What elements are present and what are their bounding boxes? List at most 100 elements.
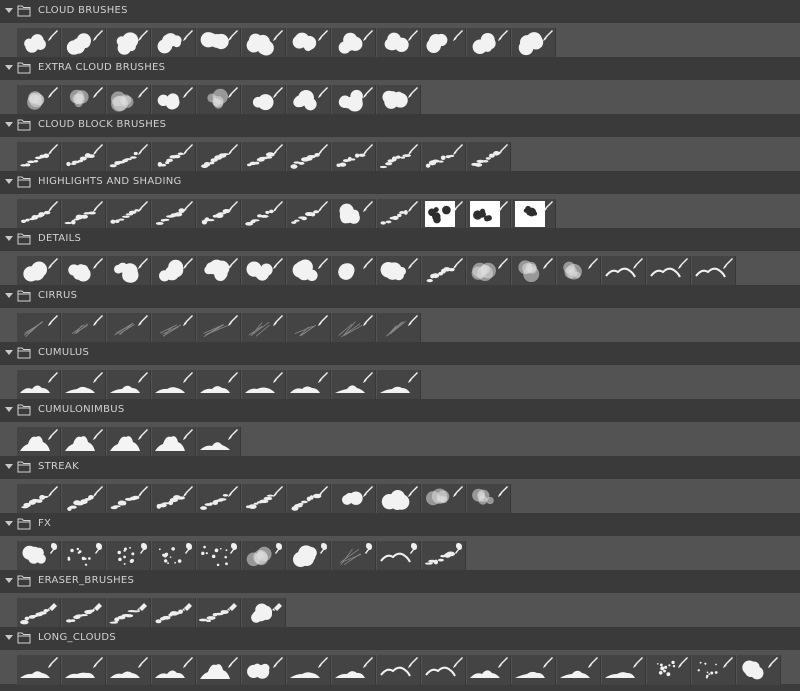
brush-preset-thumbnail[interactable]: [197, 598, 241, 628]
brush-preset-thumbnail[interactable]: [287, 28, 331, 58]
brush-preset-thumbnail[interactable]: [467, 256, 511, 286]
brush-preset-thumbnail[interactable]: [557, 655, 601, 685]
brush-preset-thumbnail[interactable]: [467, 199, 511, 229]
brush-preset-thumbnail[interactable]: [467, 655, 511, 685]
brush-preset-thumbnail[interactable]: [512, 655, 556, 685]
brush-preset-thumbnail[interactable]: [422, 256, 466, 286]
brush-preset-thumbnail[interactable]: [332, 484, 376, 514]
brush-preset-thumbnail[interactable]: [62, 313, 106, 343]
chevron-down-icon[interactable]: [5, 179, 13, 184]
group-header[interactable]: DETAILS: [0, 228, 800, 251]
brush-preset-thumbnail[interactable]: [152, 313, 196, 343]
brush-preset-thumbnail[interactable]: [197, 484, 241, 514]
brush-preset-thumbnail[interactable]: [287, 370, 331, 400]
brush-preset-thumbnail[interactable]: [17, 85, 61, 115]
brush-preset-thumbnail[interactable]: [62, 142, 106, 172]
brush-preset-thumbnail[interactable]: [197, 313, 241, 343]
brush-preset-thumbnail[interactable]: [332, 655, 376, 685]
brush-preset-thumbnail[interactable]: [107, 541, 151, 571]
chevron-down-icon[interactable]: [5, 350, 13, 355]
brush-preset-thumbnail[interactable]: [692, 655, 736, 685]
brush-preset-thumbnail[interactable]: [107, 655, 151, 685]
brush-preset-thumbnail[interactable]: [692, 256, 736, 286]
brush-preset-thumbnail[interactable]: [287, 313, 331, 343]
brush-preset-thumbnail[interactable]: [467, 28, 511, 58]
brush-preset-thumbnail[interactable]: [512, 256, 556, 286]
brush-preset-thumbnail[interactable]: [17, 142, 61, 172]
brush-preset-thumbnail[interactable]: [197, 256, 241, 286]
brush-preset-thumbnail[interactable]: [152, 142, 196, 172]
group-header[interactable]: EXTRA CLOUD BRUSHES: [0, 57, 800, 80]
brush-preset-thumbnail[interactable]: [287, 85, 331, 115]
brush-preset-thumbnail[interactable]: [287, 484, 331, 514]
brush-preset-thumbnail[interactable]: [197, 199, 241, 229]
brush-preset-thumbnail[interactable]: [422, 28, 466, 58]
brush-preset-thumbnail[interactable]: [62, 598, 106, 628]
brush-preset-thumbnail[interactable]: [602, 256, 646, 286]
brush-preset-thumbnail[interactable]: [422, 655, 466, 685]
brush-preset-thumbnail[interactable]: [242, 655, 286, 685]
brush-preset-thumbnail[interactable]: [152, 28, 196, 58]
brush-preset-thumbnail[interactable]: [152, 199, 196, 229]
group-header[interactable]: CLOUD BRUSHES: [0, 0, 800, 23]
brush-preset-thumbnail[interactable]: [197, 541, 241, 571]
brush-preset-thumbnail[interactable]: [107, 598, 151, 628]
brush-preset-thumbnail[interactable]: [242, 256, 286, 286]
brush-preset-thumbnail[interactable]: [332, 199, 376, 229]
brush-preset-thumbnail[interactable]: [377, 199, 421, 229]
brush-preset-thumbnail[interactable]: [287, 199, 331, 229]
chevron-down-icon[interactable]: [5, 8, 13, 13]
brush-preset-thumbnail[interactable]: [242, 541, 286, 571]
chevron-down-icon[interactable]: [5, 635, 13, 640]
brush-preset-thumbnail[interactable]: [197, 85, 241, 115]
brush-preset-thumbnail[interactable]: [557, 256, 601, 286]
brush-preset-thumbnail[interactable]: [242, 142, 286, 172]
brush-preset-thumbnail[interactable]: [62, 427, 106, 457]
brush-preset-thumbnail[interactable]: [242, 28, 286, 58]
brush-preset-thumbnail[interactable]: [512, 28, 556, 58]
brush-preset-thumbnail[interactable]: [377, 484, 421, 514]
brush-preset-thumbnail[interactable]: [377, 541, 421, 571]
brush-preset-thumbnail[interactable]: [107, 142, 151, 172]
brush-preset-thumbnail[interactable]: [242, 199, 286, 229]
brush-preset-thumbnail[interactable]: [17, 427, 61, 457]
brush-preset-thumbnail[interactable]: [242, 598, 286, 628]
brush-preset-thumbnail[interactable]: [377, 256, 421, 286]
brush-preset-thumbnail[interactable]: [152, 256, 196, 286]
brush-preset-thumbnail[interactable]: [107, 85, 151, 115]
brush-preset-thumbnail[interactable]: [62, 655, 106, 685]
chevron-down-icon[interactable]: [5, 521, 13, 526]
brush-preset-thumbnail[interactable]: [287, 541, 331, 571]
brush-preset-thumbnail[interactable]: [332, 85, 376, 115]
brush-preset-thumbnail[interactable]: [422, 142, 466, 172]
brush-preset-thumbnail[interactable]: [242, 484, 286, 514]
brush-preset-thumbnail[interactable]: [152, 598, 196, 628]
brush-preset-thumbnail[interactable]: [152, 370, 196, 400]
group-header[interactable]: CUMULUS: [0, 342, 800, 365]
group-header[interactable]: HIGHLIGHTS AND SHADING: [0, 171, 800, 194]
group-header[interactable]: CIRRUS: [0, 285, 800, 308]
brush-preset-thumbnail[interactable]: [467, 484, 511, 514]
brush-preset-thumbnail[interactable]: [62, 370, 106, 400]
brush-preset-thumbnail[interactable]: [197, 28, 241, 58]
brush-preset-thumbnail[interactable]: [197, 142, 241, 172]
brush-preset-thumbnail[interactable]: [422, 484, 466, 514]
brush-preset-thumbnail[interactable]: [422, 199, 466, 229]
brush-preset-thumbnail[interactable]: [377, 655, 421, 685]
brush-preset-thumbnail[interactable]: [647, 655, 691, 685]
brush-preset-thumbnail[interactable]: [377, 28, 421, 58]
brush-preset-thumbnail[interactable]: [332, 28, 376, 58]
chevron-down-icon[interactable]: [5, 407, 13, 412]
brush-preset-thumbnail[interactable]: [107, 484, 151, 514]
brush-preset-thumbnail[interactable]: [62, 484, 106, 514]
chevron-down-icon[interactable]: [5, 65, 13, 70]
brush-preset-thumbnail[interactable]: [377, 142, 421, 172]
brush-preset-thumbnail[interactable]: [242, 313, 286, 343]
brush-preset-thumbnail[interactable]: [17, 313, 61, 343]
brush-preset-thumbnail[interactable]: [107, 370, 151, 400]
brush-preset-thumbnail[interactable]: [17, 370, 61, 400]
brush-preset-thumbnail[interactable]: [107, 28, 151, 58]
chevron-down-icon[interactable]: [5, 236, 13, 241]
brush-preset-thumbnail[interactable]: [377, 85, 421, 115]
brush-preset-thumbnail[interactable]: [377, 370, 421, 400]
